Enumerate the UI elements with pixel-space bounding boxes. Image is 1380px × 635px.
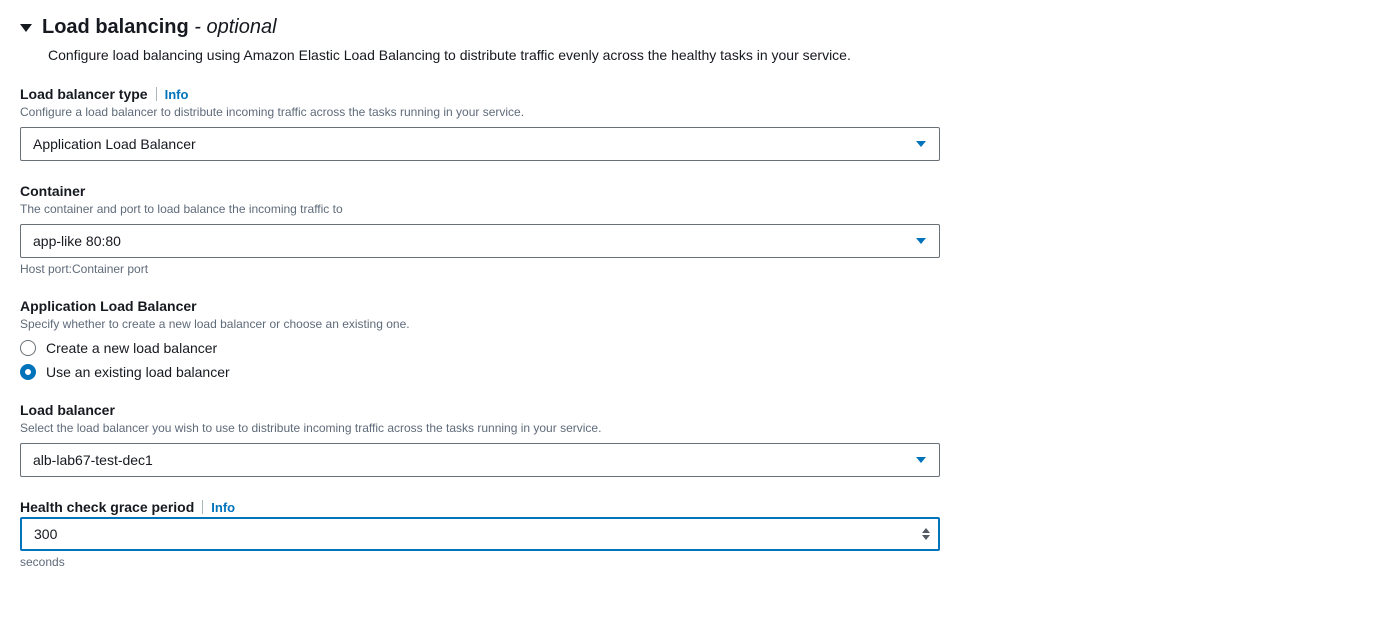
grace-label: Health check grace period [20,499,194,515]
alb-description: Specify whether to create a new load bal… [20,316,960,333]
radio-create-new-lb[interactable]: Create a new load balancer [20,340,960,356]
lb-type-select-value: Application Load Balancer [33,136,196,152]
radio-icon [20,340,36,356]
radio-use-existing-lb[interactable]: Use an existing load balancer [20,364,960,380]
collapse-caret-icon[interactable] [20,24,32,32]
section-title-text: Load balancing [42,16,189,38]
field-alb-choice: Application Load Balancer Specify whethe… [20,298,960,381]
lb-select-description: Select the load balancer you wish to use… [20,420,960,437]
lb-type-description: Configure a load balancer to distribute … [20,104,960,121]
container-description: The container and port to load balance t… [20,201,960,218]
radio-label-existing: Use an existing load balancer [46,364,230,380]
container-label: Container [20,183,85,199]
lb-type-select[interactable]: Application Load Balancer [20,127,940,161]
container-select-value: app-like 80:80 [33,233,121,249]
load-balancer-select-value: alb-lab67-test-dec1 [33,452,153,468]
grace-period-input[interactable] [20,517,940,551]
grace-unit: seconds [20,555,960,569]
section-title: Load balancing - optional [42,16,277,39]
section-header: Load balancing - optional [20,16,960,39]
container-select[interactable]: app-like 80:80 [20,224,940,258]
alb-radio-group: Create a new load balancer Use an existi… [20,340,960,380]
section-optional-suffix: - optional [189,16,277,38]
lb-select-label: Load balancer [20,402,115,418]
alb-label: Application Load Balancer [20,298,197,314]
radio-label-create: Create a new load balancer [46,340,217,356]
container-hint: Host port:Container port [20,262,960,276]
field-container: Container The container and port to load… [20,183,960,276]
grace-info-link[interactable]: Info [211,500,235,515]
field-health-check-grace: Health check grace period Info seconds [20,499,960,569]
field-load-balancer-type: Load balancer type Info Configure a load… [20,86,960,161]
label-divider [202,500,203,514]
load-balancer-select[interactable]: alb-lab67-test-dec1 [20,443,940,477]
lb-type-info-link[interactable]: Info [165,87,189,102]
label-divider [156,87,157,101]
lb-type-label: Load balancer type [20,86,148,102]
field-load-balancer: Load balancer Select the load balancer y… [20,402,960,477]
load-balancing-section: Load balancing - optional Configure load… [20,16,960,569]
section-description: Configure load balancing using Amazon El… [48,45,960,66]
radio-icon [20,364,36,380]
